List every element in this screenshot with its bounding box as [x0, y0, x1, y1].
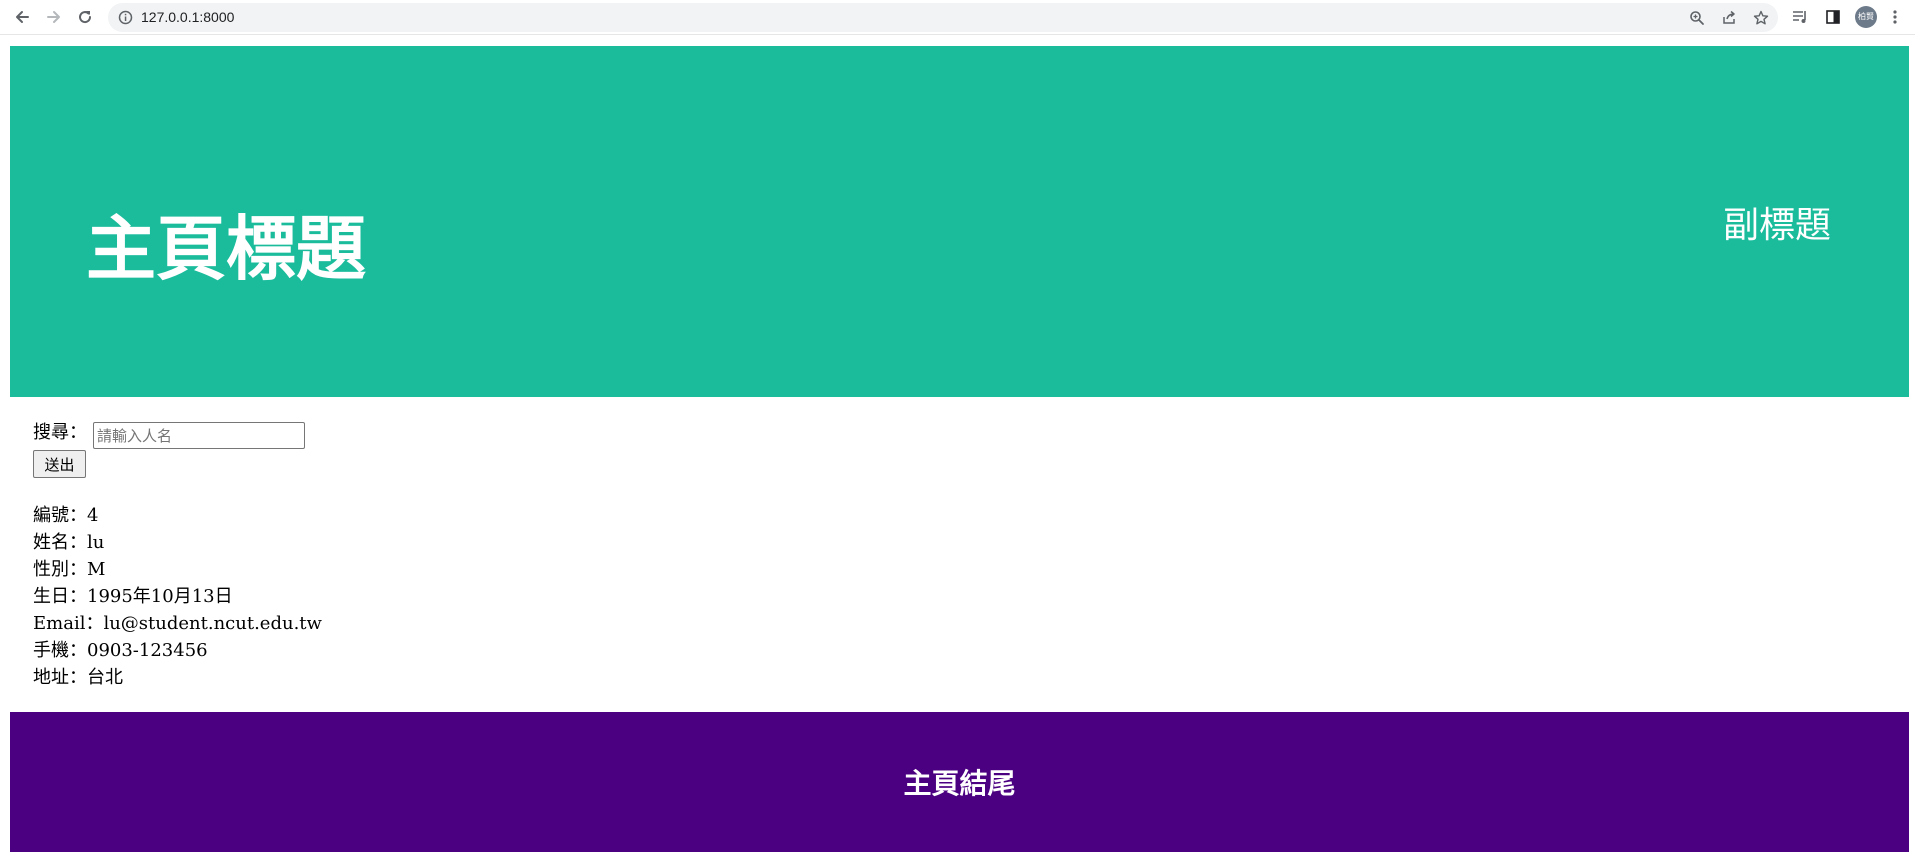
detail-row-address: 地址：台北: [33, 664, 322, 691]
detail-value: lu: [87, 532, 105, 553]
footer-text: 主頁結尾: [903, 767, 1016, 800]
detail-row-name: 姓名：lu: [33, 529, 322, 556]
page-header: 主頁標題 副標題: [10, 46, 1909, 397]
url-text[interactable]: 127.0.0.1:8000: [141, 10, 234, 25]
forward-button[interactable]: [41, 4, 67, 30]
detail-label: 手機：: [33, 640, 87, 661]
detail-row-gender: 性別：M: [33, 556, 322, 583]
search-input[interactable]: [93, 422, 305, 449]
detail-row-id: 編號：4: [33, 502, 322, 529]
detail-value: M: [87, 559, 106, 580]
side-panel-icon[interactable]: [1823, 7, 1843, 27]
person-details: 編號：4 姓名：lu 性別：M 生日：1995年10月13日 Email：lu@…: [33, 502, 322, 691]
share-icon[interactable]: [1720, 9, 1738, 27]
arrow-right-icon: [47, 11, 60, 23]
detail-value: 4: [87, 505, 99, 526]
detail-label: 姓名：: [33, 532, 87, 553]
page-footer: 主頁結尾: [10, 712, 1909, 852]
detail-label: Email：: [33, 613, 104, 634]
detail-label: 生日：: [33, 586, 87, 607]
detail-row-phone: 手機：0903-123456: [33, 637, 322, 664]
zoom-icon[interactable]: [1688, 9, 1706, 27]
search-label: 搜尋：: [33, 422, 87, 443]
detail-value: 0903-123456: [87, 640, 208, 661]
reload-button[interactable]: [72, 4, 98, 30]
address-bar[interactable]: 127.0.0.1:8000: [108, 3, 1778, 32]
info-icon[interactable]: [118, 10, 133, 25]
browser-toolbar: 127.0.0.1:8000 柏賢: [0, 0, 1915, 35]
back-button[interactable]: [9, 4, 35, 30]
arrow-left-icon: [16, 11, 29, 23]
detail-row-email: Email：lu@student.ncut.edu.tw: [33, 610, 322, 637]
submit-button[interactable]: 送出: [33, 450, 86, 478]
detail-label: 編號：: [33, 505, 87, 526]
detail-value: 台北: [87, 667, 123, 688]
detail-label: 地址：: [33, 667, 87, 688]
detail-value: lu@student.ncut.edu.tw: [103, 613, 322, 634]
page-title: 主頁標題: [86, 208, 366, 290]
reload-icon: [79, 11, 92, 24]
detail-label: 性別：: [33, 559, 87, 580]
detail-value: 1995年10月13日: [87, 586, 233, 607]
media-control-icon[interactable]: [1790, 7, 1810, 27]
profile-avatar[interactable]: 柏賢: [1855, 6, 1877, 28]
detail-row-birthday: 生日：1995年10月13日: [33, 583, 322, 610]
page-subtitle: 副標題: [1723, 205, 1832, 246]
kebab-menu-icon[interactable]: [1885, 7, 1905, 27]
star-icon[interactable]: [1752, 9, 1770, 27]
